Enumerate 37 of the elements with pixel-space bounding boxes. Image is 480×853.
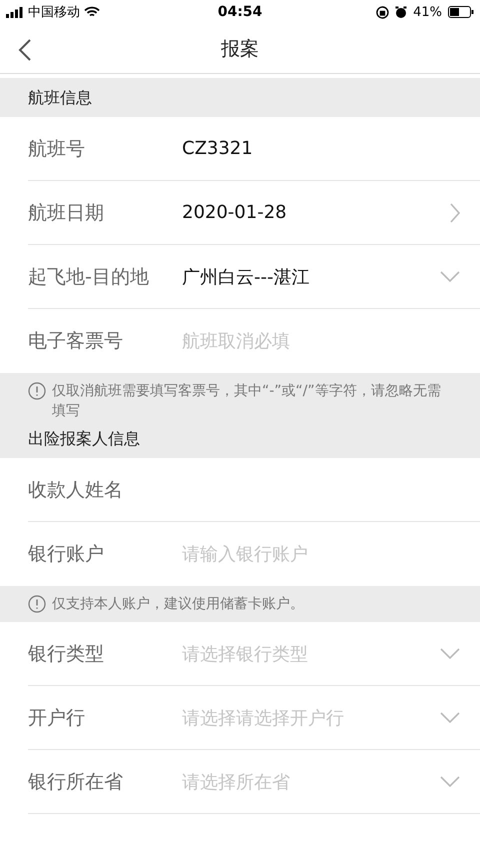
signal-icon — [6, 6, 24, 18]
wifi-icon — [84, 6, 100, 18]
chevron-right-icon — [450, 202, 460, 222]
section-title: 航班信息 — [28, 88, 92, 107]
select-field[interactable]: 请选择所在省 — [182, 758, 460, 806]
chevron-down-icon — [440, 648, 460, 660]
field-label: 银行账户 — [28, 542, 105, 567]
battery-percent: 41% — [413, 4, 442, 20]
select-field[interactable]: 请选择银行类型 — [182, 630, 460, 678]
page-title: 报案 — [221, 36, 259, 62]
field-label: 银行类型 — [28, 642, 105, 666]
section-title: 出险报案人信息 — [28, 429, 140, 448]
field-label: 开户行 — [28, 706, 86, 730]
field-label: 起飞地-目的地 — [28, 264, 150, 290]
status-time: 04:54 — [218, 4, 262, 20]
rotation-lock-icon — [376, 6, 390, 18]
field-label: 航班日期 — [28, 200, 105, 226]
chevron-down-icon — [440, 270, 460, 282]
field-value: CZ3321 — [182, 138, 254, 159]
select-field[interactable]: 广州白云---湛江 — [182, 252, 460, 300]
note-text: 仅支持本人账户，建议使用储蓄卡账户。 — [52, 595, 304, 614]
input-field[interactable]: 航班取消必填 — [182, 321, 460, 361]
info-icon — [28, 595, 46, 613]
select-field[interactable]: 请选择请选择开户行 — [182, 694, 460, 742]
note-text: 仅取消航班需要填写客票号，其中“-”或“/”等字符，请忽略无需填写 — [52, 382, 442, 421]
carrier-name: 中国移动 — [28, 4, 80, 21]
chevron-down-icon — [440, 712, 460, 724]
info-icon — [28, 382, 46, 400]
field-label: 航班号 — [28, 136, 86, 162]
field-label: 收款人姓名 — [28, 478, 124, 502]
field-label: 电子客票号 — [28, 329, 124, 354]
alarm-icon — [395, 6, 408, 18]
battery-icon — [448, 6, 474, 18]
input-field[interactable]: 请输入银行账户 — [182, 534, 460, 574]
field-label: 银行所在省 — [28, 770, 124, 794]
chevron-down-icon — [440, 776, 460, 788]
date-picker[interactable]: 2020-01-28 — [182, 188, 460, 236]
